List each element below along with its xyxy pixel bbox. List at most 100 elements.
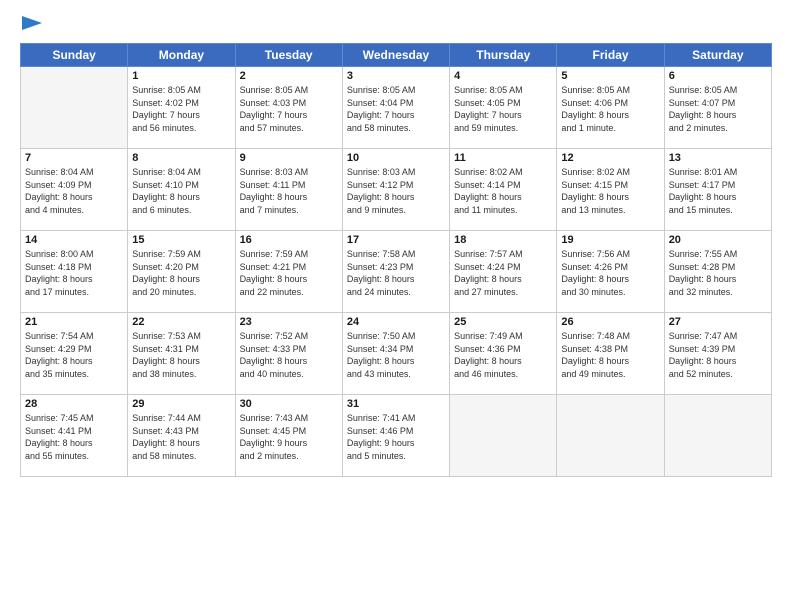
- day-number: 3: [347, 70, 445, 82]
- calendar-cell: 3 Sunrise: 8:05 AM Sunset: 4:04 PM Daylig…: [342, 67, 449, 149]
- cell-info: Sunrise: 7:50 AM Sunset: 4:34 PM Dayligh…: [347, 330, 445, 380]
- calendar-table: SundayMondayTuesdayWednesdayThursdayFrid…: [20, 43, 772, 477]
- cell-info: Sunrise: 7:41 AM Sunset: 4:46 PM Dayligh…: [347, 412, 445, 462]
- day-number: 25: [454, 316, 552, 328]
- day-number: 8: [132, 152, 230, 164]
- calendar-cell: 5 Sunrise: 8:05 AM Sunset: 4:06 PM Daylig…: [557, 67, 664, 149]
- col-header-friday: Friday: [557, 44, 664, 67]
- cell-info: Sunrise: 7:43 AM Sunset: 4:45 PM Dayligh…: [240, 412, 338, 462]
- day-number: 2: [240, 70, 338, 82]
- cell-info: Sunrise: 8:05 AM Sunset: 4:06 PM Dayligh…: [561, 84, 659, 134]
- calendar-cell: [557, 395, 664, 477]
- calendar-cell: 26Sunrise: 7:48 AM Sunset: 4:38 PM Dayli…: [557, 313, 664, 395]
- day-number: 6: [669, 70, 767, 82]
- cell-info: Sunrise: 7:47 AM Sunset: 4:39 PM Dayligh…: [669, 330, 767, 380]
- calendar-cell: 25 Sunrise: 7:49 AM Sunset: 4:36 PM Dayli…: [450, 313, 557, 395]
- day-number: 10: [347, 152, 445, 164]
- cell-info: Sunrise: 8:04 AM Sunset: 4:09 PM Dayligh…: [25, 166, 123, 216]
- page: SundayMondayTuesdayWednesdayThursdayFrid…: [0, 0, 792, 612]
- day-number: 28: [25, 398, 123, 410]
- cell-info: Sunrise: 7:44 AM Sunset: 4:43 PM Dayligh…: [132, 412, 230, 462]
- col-header-thursday: Thursday: [450, 44, 557, 67]
- cell-info: Sunrise: 8:03 AM Sunset: 4:12 PM Dayligh…: [347, 166, 445, 216]
- col-header-saturday: Saturday: [664, 44, 771, 67]
- col-header-monday: Monday: [128, 44, 235, 67]
- calendar-cell: 19Sunrise: 7:56 AM Sunset: 4:26 PM Dayli…: [557, 231, 664, 313]
- calendar-cell: 12 Sunrise: 8:02 AM Sunset: 4:15 PM Dayli…: [557, 149, 664, 231]
- calendar-cell: 27 Sunrise: 7:47 AM Sunset: 4:39 PM Dayli…: [664, 313, 771, 395]
- calendar-cell: 16Sunrise: 7:59 AM Sunset: 4:21 PM Dayli…: [235, 231, 342, 313]
- calendar-header-row: SundayMondayTuesdayWednesdayThursdayFrid…: [21, 44, 772, 67]
- cell-info: Sunrise: 8:05 AM Sunset: 4:03 PM Dayligh…: [240, 84, 338, 134]
- calendar-week-row: 21 Sunrise: 7:54 AM Sunset: 4:29 PM Dayli…: [21, 313, 772, 395]
- day-number: 18: [454, 234, 552, 246]
- day-number: 12: [561, 152, 659, 164]
- calendar-cell: 10 Sunrise: 8:03 AM Sunset: 4:12 PM Dayli…: [342, 149, 449, 231]
- calendar-cell: 7 Sunrise: 8:04 AM Sunset: 4:09 PM Daylig…: [21, 149, 128, 231]
- calendar-cell: 21 Sunrise: 7:54 AM Sunset: 4:29 PM Dayli…: [21, 313, 128, 395]
- calendar-cell: 8 Sunrise: 8:04 AM Sunset: 4:10 PM Daylig…: [128, 149, 235, 231]
- cell-info: Sunrise: 7:53 AM Sunset: 4:31 PM Dayligh…: [132, 330, 230, 380]
- calendar-week-row: 14 Sunrise: 8:00 AM Sunset: 4:18 PM Dayli…: [21, 231, 772, 313]
- day-number: 4: [454, 70, 552, 82]
- cell-info: Sunrise: 8:02 AM Sunset: 4:14 PM Dayligh…: [454, 166, 552, 216]
- col-header-tuesday: Tuesday: [235, 44, 342, 67]
- cell-info: Sunrise: 8:01 AM Sunset: 4:17 PM Dayligh…: [669, 166, 767, 216]
- header: [20, 16, 772, 35]
- calendar-cell: 17 Sunrise: 7:58 AM Sunset: 4:23 PM Dayli…: [342, 231, 449, 313]
- day-number: 17: [347, 234, 445, 246]
- calendar-cell: 1 Sunrise: 8:05 AM Sunset: 4:02 PM Daylig…: [128, 67, 235, 149]
- cell-info: Sunrise: 8:05 AM Sunset: 4:07 PM Dayligh…: [669, 84, 767, 134]
- calendar-cell: 18 Sunrise: 7:57 AM Sunset: 4:24 PM Dayli…: [450, 231, 557, 313]
- day-number: 13: [669, 152, 767, 164]
- cell-info: Sunrise: 7:52 AM Sunset: 4:33 PM Dayligh…: [240, 330, 338, 380]
- calendar-cell: 6 Sunrise: 8:05 AM Sunset: 4:07 PM Daylig…: [664, 67, 771, 149]
- cell-info: Sunrise: 7:59 AM Sunset: 4:20 PM Dayligh…: [132, 248, 230, 298]
- calendar-cell: 28 Sunrise: 7:45 AM Sunset: 4:41 PM Dayli…: [21, 395, 128, 477]
- cell-info: Sunrise: 7:49 AM Sunset: 4:36 PM Dayligh…: [454, 330, 552, 380]
- calendar-cell: [450, 395, 557, 477]
- calendar-cell: 9 Sunrise: 8:03 AM Sunset: 4:11 PM Daylig…: [235, 149, 342, 231]
- calendar-cell: 23Sunrise: 7:52 AM Sunset: 4:33 PM Dayli…: [235, 313, 342, 395]
- cell-info: Sunrise: 8:05 AM Sunset: 4:02 PM Dayligh…: [132, 84, 230, 134]
- logo: [20, 16, 42, 35]
- day-number: 15: [132, 234, 230, 246]
- logo-block: [20, 16, 42, 35]
- day-number: 27: [669, 316, 767, 328]
- cell-info: Sunrise: 7:58 AM Sunset: 4:23 PM Dayligh…: [347, 248, 445, 298]
- cell-info: Sunrise: 8:02 AM Sunset: 4:15 PM Dayligh…: [561, 166, 659, 216]
- cell-info: Sunrise: 7:54 AM Sunset: 4:29 PM Dayligh…: [25, 330, 123, 380]
- calendar-cell: 11 Sunrise: 8:02 AM Sunset: 4:14 PM Dayli…: [450, 149, 557, 231]
- calendar-cell: 15 Sunrise: 7:59 AM Sunset: 4:20 PM Dayli…: [128, 231, 235, 313]
- day-number: 5: [561, 70, 659, 82]
- calendar-cell: [664, 395, 771, 477]
- day-number: 7: [25, 152, 123, 164]
- cell-info: Sunrise: 8:03 AM Sunset: 4:11 PM Dayligh…: [240, 166, 338, 216]
- calendar-week-row: 7 Sunrise: 8:04 AM Sunset: 4:09 PM Daylig…: [21, 149, 772, 231]
- day-number: 22: [132, 316, 230, 328]
- cell-info: Sunrise: 7:48 AM Sunset: 4:38 PM Dayligh…: [561, 330, 659, 380]
- cell-info: Sunrise: 7:57 AM Sunset: 4:24 PM Dayligh…: [454, 248, 552, 298]
- calendar-cell: 2 Sunrise: 8:05 AM Sunset: 4:03 PM Daylig…: [235, 67, 342, 149]
- calendar-cell: 31Sunrise: 7:41 AM Sunset: 4:46 PM Dayli…: [342, 395, 449, 477]
- day-number: 1: [132, 70, 230, 82]
- calendar-cell: 24Sunrise: 7:50 AM Sunset: 4:34 PM Dayli…: [342, 313, 449, 395]
- cell-info: Sunrise: 7:45 AM Sunset: 4:41 PM Dayligh…: [25, 412, 123, 462]
- cell-info: Sunrise: 8:00 AM Sunset: 4:18 PM Dayligh…: [25, 248, 123, 298]
- col-header-sunday: Sunday: [21, 44, 128, 67]
- day-number: 11: [454, 152, 552, 164]
- calendar-week-row: 1 Sunrise: 8:05 AM Sunset: 4:02 PM Daylig…: [21, 67, 772, 149]
- calendar-cell: 29Sunrise: 7:44 AM Sunset: 4:43 PM Dayli…: [128, 395, 235, 477]
- day-number: 9: [240, 152, 338, 164]
- day-number: 21: [25, 316, 123, 328]
- calendar-cell: 22 Sunrise: 7:53 AM Sunset: 4:31 PM Dayli…: [128, 313, 235, 395]
- cell-info: Sunrise: 8:05 AM Sunset: 4:04 PM Dayligh…: [347, 84, 445, 134]
- calendar-cell: 4Sunrise: 8:05 AM Sunset: 4:05 PM Daylig…: [450, 67, 557, 149]
- calendar-week-row: 28 Sunrise: 7:45 AM Sunset: 4:41 PM Dayli…: [21, 395, 772, 477]
- day-number: 14: [25, 234, 123, 246]
- cell-info: Sunrise: 8:04 AM Sunset: 4:10 PM Dayligh…: [132, 166, 230, 216]
- calendar-cell: 30 Sunrise: 7:43 AM Sunset: 4:45 PM Dayli…: [235, 395, 342, 477]
- day-number: 30: [240, 398, 338, 410]
- calendar-cell: 20Sunrise: 7:55 AM Sunset: 4:28 PM Dayli…: [664, 231, 771, 313]
- day-number: 16: [240, 234, 338, 246]
